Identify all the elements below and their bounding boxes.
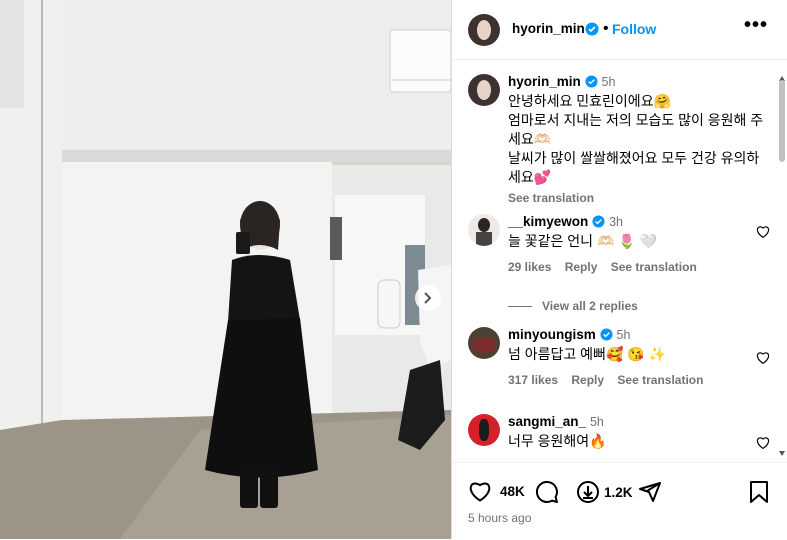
- next-photo-button[interactable]: [415, 285, 441, 311]
- caption-line: 엄마로서 지내는 저의 모습도 많이 응원해 주세요🫶🏻: [508, 112, 764, 147]
- comment-time: 5h: [589, 415, 604, 429]
- verified-icon: [592, 215, 605, 228]
- action-bar: 48K 1.2K 5 hours ago: [452, 462, 787, 540]
- verified-icon: [600, 328, 613, 341]
- comment-username[interactable]: minyoungism: [508, 327, 596, 342]
- comments-list[interactable]: hyorin_min 5h 안녕하세요 민효린이에요🤗 엄마로서 지내는 저의 …: [452, 60, 787, 460]
- heart-icon[interactable]: [756, 225, 770, 238]
- chevron-right-icon: [424, 292, 432, 304]
- comment-likes[interactable]: 29 likes: [508, 260, 551, 274]
- comment-username[interactable]: __kimyewon: [508, 214, 588, 229]
- heart-icon[interactable]: [756, 436, 770, 449]
- caption-username[interactable]: hyorin_min: [508, 74, 581, 89]
- post-header: hyorin_min • Follow •••: [452, 0, 787, 60]
- avatar[interactable]: [468, 214, 500, 246]
- see-translation-link[interactable]: See translation: [611, 260, 697, 274]
- verified-icon: [585, 22, 599, 36]
- comment-icon[interactable]: [535, 480, 559, 504]
- likes-count[interactable]: 48K: [500, 484, 525, 499]
- like-action[interactable]: 48K: [468, 480, 525, 502]
- comment-text: 너무 응원해여🔥: [508, 433, 607, 449]
- post-image: [0, 0, 451, 539]
- heart-icon[interactable]: [468, 480, 492, 502]
- comment-time: 5h: [616, 328, 631, 342]
- post-timestamp: 5 hours ago: [468, 511, 532, 525]
- dot-separator: •: [603, 20, 609, 37]
- comment-text: 넘 아름답고 예뻐🥰 😘 ✨: [508, 346, 667, 362]
- download-action[interactable]: 1.2K: [576, 480, 633, 504]
- scroll-down-arrow[interactable]: [779, 451, 785, 456]
- comment-username[interactable]: sangmi_an_: [508, 414, 586, 429]
- follow-button[interactable]: Follow: [612, 21, 656, 37]
- reply-button[interactable]: Reply: [565, 260, 598, 274]
- mirror-selfie-photo: [0, 0, 451, 539]
- more-icon[interactable]: •••: [744, 14, 768, 37]
- see-translation-link[interactable]: See translation: [617, 373, 703, 387]
- post-username[interactable]: hyorin_min: [512, 21, 585, 36]
- post-side-panel: hyorin_min • Follow ••• hyorin_min 5h 안녕…: [451, 0, 787, 539]
- caption-line: 날씨가 많이 쌀쌀해졌어요 모두 건강 유의하세요💕: [508, 150, 760, 185]
- comment-time: 3h: [609, 215, 623, 229]
- see-translation-link[interactable]: See translation: [508, 189, 768, 208]
- avatar[interactable]: [468, 14, 500, 46]
- view-replies-link[interactable]: View all 2 replies: [542, 299, 638, 313]
- download-icon[interactable]: [576, 480, 600, 504]
- comment-text: 늘 꽃같은 언니 🫶🏻 🌷 🤍: [508, 233, 658, 249]
- scrollbar-thumb[interactable]: [779, 80, 785, 162]
- saves-count[interactable]: 1.2K: [604, 485, 633, 500]
- reply-button[interactable]: Reply: [571, 373, 604, 387]
- share-icon[interactable]: [638, 480, 662, 504]
- heart-icon[interactable]: [756, 351, 770, 364]
- avatar[interactable]: [468, 327, 500, 359]
- bookmark-icon[interactable]: [748, 480, 770, 504]
- verified-icon: [585, 75, 598, 88]
- comment-likes[interactable]: 317 likes: [508, 373, 558, 387]
- comment-item: __kimyewon 3h 늘 꽃같은 언니 🫶🏻 🌷 🤍 29 likes R…: [468, 212, 770, 313]
- caption-time: 5h: [601, 75, 616, 89]
- avatar[interactable]: [468, 74, 500, 106]
- view-replies-row[interactable]: View all 2 replies: [508, 296, 708, 316]
- caption-line: 안녕하세요 민효린이에요🤗: [508, 93, 672, 109]
- avatar[interactable]: [468, 414, 500, 446]
